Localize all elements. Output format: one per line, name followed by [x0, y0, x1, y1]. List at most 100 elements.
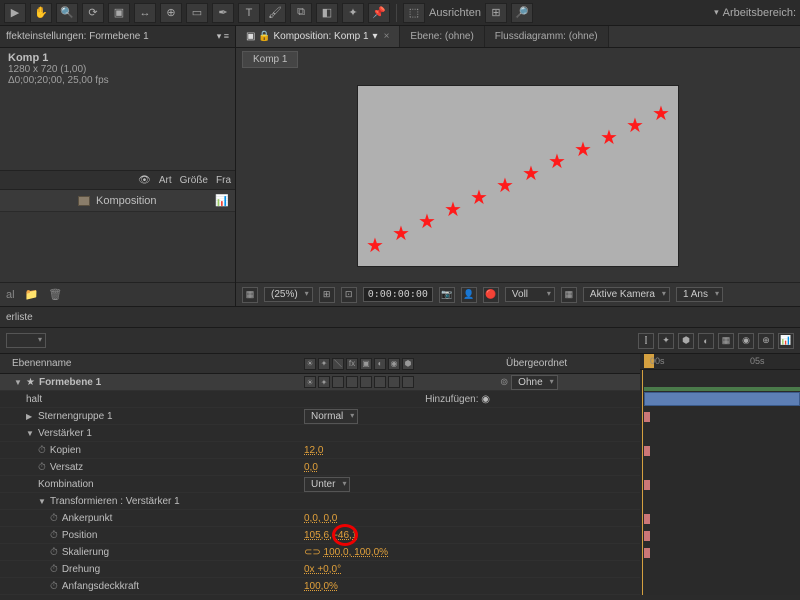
tab-composition[interactable]: ▣ 🔒 Komposition: Komp 1 ▾ ×	[236, 26, 400, 47]
prop-value[interactable]: 0,0	[304, 462, 318, 473]
stopwatch-icon[interactable]: ⏱	[50, 581, 58, 592]
prop-row-position[interactable]: ⏱ Position 105,6, -46,1	[0, 527, 640, 544]
timeline-track-area[interactable]: 00s 05s	[640, 354, 800, 595]
panel-menu-icon[interactable]: ▾ ≡	[217, 31, 229, 42]
switch-icon[interactable]: ◉	[388, 358, 400, 370]
prop-value-y[interactable]: -46,1	[335, 530, 358, 541]
prop-row[interactable]: ⏱ Ankerpunkt 0,0, 0,0	[0, 510, 640, 527]
keyframe-marker[interactable]	[644, 514, 650, 524]
tool-shape[interactable]: ▭	[186, 3, 208, 23]
work-area-bar[interactable]	[644, 387, 800, 391]
composite-dropdown[interactable]: Unter	[304, 477, 350, 492]
prop-row[interactable]: ⏱ Drehung 0x +0,0°	[0, 561, 640, 578]
prop-row[interactable]: ⏱ Anfangsdeckkraft 100,0%	[0, 578, 640, 595]
layer-bar[interactable]	[644, 392, 800, 406]
trash-icon[interactable]: 🗑	[48, 288, 62, 301]
transparency-icon[interactable]: ▦	[561, 287, 577, 303]
region-icon[interactable]: ▦	[242, 287, 258, 303]
stopwatch-icon[interactable]: ⏱	[38, 462, 46, 473]
prop-value-x[interactable]: 105,6	[304, 530, 329, 541]
tl-icon-4[interactable]: ◐	[698, 333, 714, 349]
guides-icon[interactable]: ⊡	[341, 287, 357, 303]
search-dropdown[interactable]	[6, 333, 46, 348]
tool-pen[interactable]: ✒	[212, 3, 234, 23]
tool-selection[interactable]: ▶	[4, 3, 26, 23]
show-snapshot-icon[interactable]: 👤	[461, 287, 477, 303]
blend-dropdown[interactable]: Normal	[304, 409, 358, 424]
prop-value[interactable]: 0x +0,0°	[304, 564, 341, 575]
close-icon[interactable]: ×	[384, 31, 390, 42]
channel-icon[interactable]: 🔴	[483, 287, 499, 303]
tl-icon-5[interactable]: ▦	[718, 333, 734, 349]
project-item[interactable]: Komposition 📊	[0, 190, 235, 212]
switch-icon[interactable]: ✦	[318, 358, 330, 370]
prop-row[interactable]: ⏱ Skalierung ⊂⊃ 100,0, 100,0%	[0, 544, 640, 561]
workspace-selector[interactable]: ▾ Arbeitsbereich:	[714, 7, 796, 19]
tl-icon-8[interactable]: 📊	[778, 333, 794, 349]
keyframe-marker[interactable]	[644, 446, 650, 456]
comp-breadcrumb[interactable]: Komp 1	[242, 51, 298, 68]
switch-icon[interactable]: ＼	[332, 358, 344, 370]
col-fr[interactable]: Fra	[216, 175, 231, 186]
time-ruler[interactable]: 00s 05s	[640, 354, 800, 370]
stopwatch-icon[interactable]: ⏱	[38, 445, 46, 456]
prop-row[interactable]: halt Hinzufügen: ◉	[0, 391, 640, 408]
tl-icon-7[interactable]: ⊕	[758, 333, 774, 349]
tool-brush[interactable]: 🖌	[264, 3, 286, 23]
prop-row[interactable]: ⏱ Versatz 0,0	[0, 459, 640, 476]
prop-row[interactable]: Kombination Unter	[0, 476, 640, 493]
tl-icon-2[interactable]: ✦	[658, 333, 674, 349]
keyframe-marker[interactable]	[644, 548, 650, 558]
resolution-dropdown[interactable]: Voll	[505, 287, 555, 302]
add-icon[interactable]: ◉	[481, 394, 490, 405]
prop-row[interactable]: ▼Transformieren : Verstärker 1	[0, 493, 640, 510]
camera-dropdown[interactable]: Aktive Kamera	[583, 287, 670, 302]
switch-icon[interactable]: ◐	[374, 358, 386, 370]
views-dropdown[interactable]: 1 Ans	[676, 287, 723, 302]
keyframe-marker[interactable]	[644, 531, 650, 541]
col-layername[interactable]: Ebenenname	[0, 358, 300, 369]
align-button[interactable]: ⊞	[485, 3, 507, 23]
keyframe-marker[interactable]	[644, 480, 650, 490]
tool-hand[interactable]: ✋	[30, 3, 52, 23]
interpret-icon[interactable]: al	[6, 289, 15, 301]
tool-misc[interactable]: 🔎	[511, 3, 533, 23]
snap-toggle[interactable]: ⬚	[403, 3, 425, 23]
prop-row[interactable]: ▼Verstärker 1	[0, 425, 640, 442]
switch-icon[interactable]: fx	[346, 358, 358, 370]
bin-icon[interactable]: 📁	[25, 288, 39, 301]
stopwatch-icon[interactable]: ⏱	[50, 547, 58, 558]
tab-flowchart[interactable]: Flussdiagramm: (ohne)	[485, 26, 609, 47]
tl-icon-1[interactable]: ⫿	[638, 333, 654, 349]
col-type[interactable]: Art	[159, 175, 172, 186]
tool-roto[interactable]: ✦	[342, 3, 364, 23]
stopwatch-icon[interactable]: ⏱	[50, 530, 58, 541]
prop-value[interactable]: 0,0, 0,0	[304, 513, 337, 524]
tl-icon-6[interactable]: ◉	[738, 333, 754, 349]
keyframe-marker[interactable]	[644, 412, 650, 422]
layer-row[interactable]: ▼ ★ Formebene 1 ☀✦ ⊚ Ohne	[0, 374, 640, 391]
tool-camera[interactable]: ▣	[108, 3, 130, 23]
switch-icon[interactable]: ⬢	[402, 358, 414, 370]
effects-tab[interactable]: ffekteinstellungen: Formebene 1 ▾ ≡	[0, 26, 235, 48]
prop-value[interactable]: 100,0%	[304, 581, 338, 592]
col-size[interactable]: Größe	[180, 175, 208, 186]
tool-puppet[interactable]: 📌	[368, 3, 390, 23]
tl-icon-3[interactable]: ⬢	[678, 333, 694, 349]
snapshot-icon[interactable]: 📷	[439, 287, 455, 303]
switch-icon[interactable]: ▣	[360, 358, 372, 370]
prop-row[interactable]: ⏱ Kopien 12,0	[0, 442, 640, 459]
tool-pan[interactable]: ↔	[134, 3, 156, 23]
switch-icon[interactable]: ☀	[304, 358, 316, 370]
composition-viewport[interactable]: ★ ★ ★ ★ ★ ★ ★ ★ ★ ★ ★ ★	[236, 70, 800, 282]
prop-row[interactable]: ▶Sternengruppe 1 Normal	[0, 408, 640, 425]
tool-zoom[interactable]: 🔍	[56, 3, 78, 23]
flowchart-icon[interactable]: 📊	[215, 194, 229, 207]
preview-timecode[interactable]: 0:00:00:00	[363, 287, 433, 302]
parent-dropdown[interactable]: Ohne	[511, 375, 557, 390]
render-queue-tab[interactable]: erliste	[0, 306, 800, 328]
tool-rotate[interactable]: ⟳	[82, 3, 104, 23]
tab-layer[interactable]: Ebene: (ohne)	[400, 26, 484, 47]
grid-icon[interactable]: ⊞	[319, 287, 335, 303]
stopwatch-icon[interactable]: ⏱	[50, 513, 58, 524]
